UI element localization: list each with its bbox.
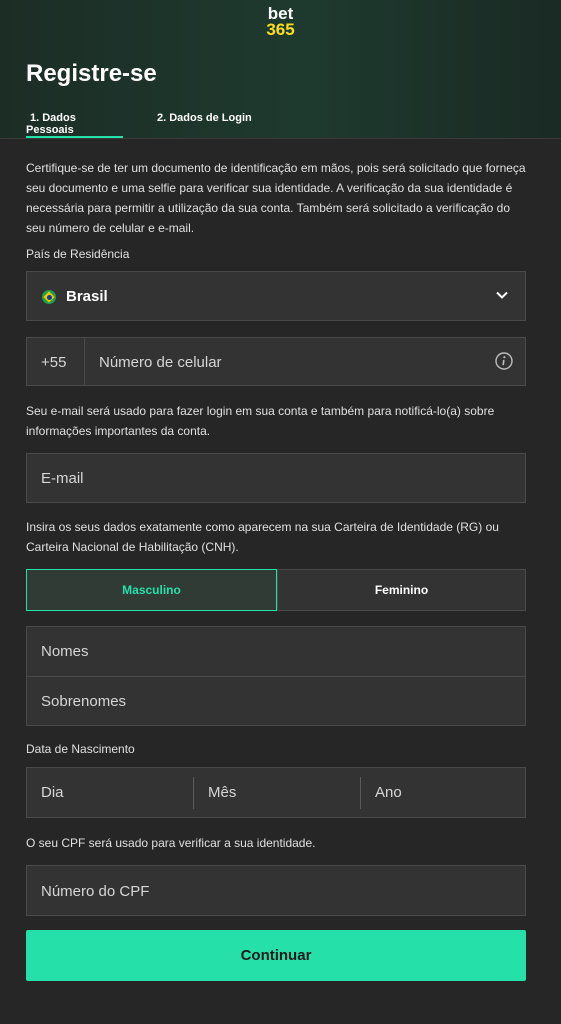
gender-selector: Masculino Feminino <box>26 569 526 611</box>
continue-button[interactable]: Continuar <box>26 930 526 981</box>
phone-divider <box>84 338 85 385</box>
phone-field[interactable]: +55 Número de celular <box>26 337 526 386</box>
dob-year-input[interactable]: Ano <box>361 768 527 817</box>
country-label: País de Residência <box>26 247 130 261</box>
dob-field: Dia Mês Ano <box>26 767 526 818</box>
name-fields: Nomes Sobrenomes <box>26 626 526 726</box>
page-title: Registre-se <box>26 60 157 87</box>
info-icon[interactable] <box>495 352 513 370</box>
country-select[interactable]: Brasil <box>26 271 526 321</box>
last-name-input[interactable]: Sobrenomes <box>41 693 126 710</box>
logo-line2: 365 <box>266 20 295 39</box>
id-note: Insira os seus dados exatamente como apa… <box>26 520 499 554</box>
dob-month-input[interactable]: Mês <box>194 768 360 817</box>
cpf-input[interactable]: Número do CPF <box>41 883 149 900</box>
brazil-flag-icon <box>42 290 56 304</box>
dob-label: Data de Nascimento <box>26 742 135 756</box>
phone-input[interactable]: Número de celular <box>99 354 222 371</box>
registration-steps: 1. Dados Pessoais 2. Dados de Login <box>26 112 546 138</box>
gender-female-button[interactable]: Feminino <box>277 569 526 611</box>
header: bet 365 Registre-se 1. Dados Pessoais 2.… <box>0 0 561 139</box>
dob-year-label: Ano <box>375 784 402 801</box>
country-value: Brasil <box>66 288 108 305</box>
dob-day-input[interactable]: Dia <box>27 768 193 817</box>
phone-prefix[interactable]: +55 <box>41 354 66 371</box>
email-field[interactable]: E-mail <box>26 453 526 503</box>
tab-dados-de-login[interactable]: 2. Dados de Login <box>157 112 252 136</box>
tab-label: 2. Dados de Login <box>157 112 252 124</box>
dob-month-label: Mês <box>208 784 237 801</box>
tab-dados-pessoais[interactable]: 1. Dados Pessoais <box>26 112 123 138</box>
cpf-field[interactable]: Número do CPF <box>26 865 526 916</box>
first-name-field[interactable]: Nomes <box>27 627 525 677</box>
first-name-input[interactable]: Nomes <box>41 643 89 660</box>
last-name-field[interactable]: Sobrenomes <box>27 677 525 726</box>
tab-label: 1. Dados Pessoais <box>26 112 76 136</box>
email-input[interactable]: E-mail <box>41 470 84 487</box>
chevron-down-icon <box>496 291 508 299</box>
gender-male-button[interactable]: Masculino <box>26 569 277 611</box>
intro-text: Certifique-se de ter um documento de ide… <box>26 161 526 235</box>
bet365-logo[interactable]: bet 365 <box>0 5 561 39</box>
dob-day-label: Dia <box>41 784 64 801</box>
cpf-note: O seu CPF será usado para verificar a su… <box>26 836 316 850</box>
email-note: Seu e-mail será usado para fazer login e… <box>26 404 495 438</box>
